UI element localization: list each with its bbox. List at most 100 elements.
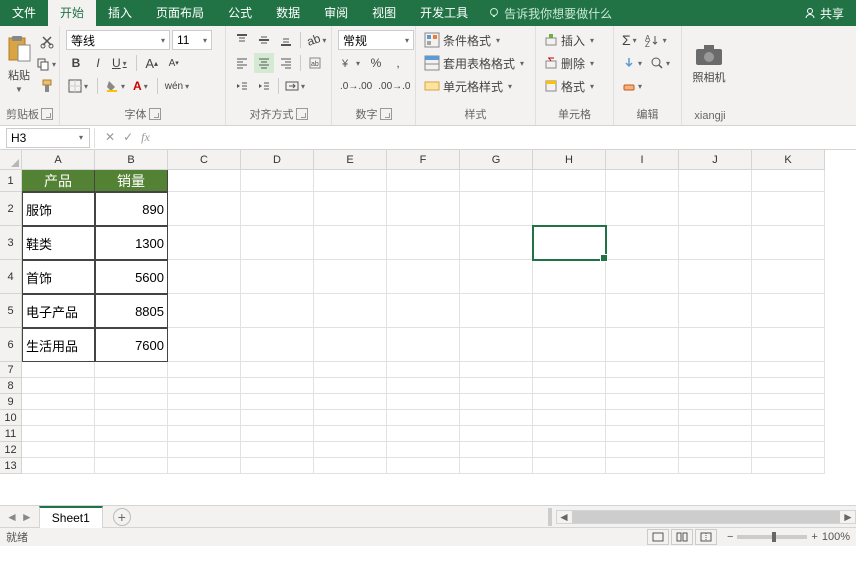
font-name-combo[interactable]: 等线▾ xyxy=(66,30,170,50)
page-layout-view-button[interactable] xyxy=(671,529,693,545)
fill-button[interactable]: ▾ xyxy=(620,53,646,73)
cell[interactable] xyxy=(752,294,825,328)
cell[interactable] xyxy=(606,226,679,260)
cell[interactable] xyxy=(168,192,241,226)
cell[interactable] xyxy=(752,192,825,226)
cell[interactable] xyxy=(387,260,460,294)
cell[interactable] xyxy=(533,328,606,362)
cell[interactable] xyxy=(606,410,679,426)
cell[interactable] xyxy=(241,426,314,442)
cell[interactable] xyxy=(752,442,825,458)
cell[interactable] xyxy=(387,426,460,442)
cell[interactable]: 产品 xyxy=(22,170,95,192)
tab-data[interactable]: 数据 xyxy=(264,0,312,26)
cell[interactable] xyxy=(387,442,460,458)
cell[interactable] xyxy=(387,294,460,328)
cell[interactable] xyxy=(606,260,679,294)
cell[interactable] xyxy=(387,410,460,426)
zoom-in-button[interactable]: + xyxy=(811,531,817,543)
cell[interactable] xyxy=(752,378,825,394)
find-select-button[interactable]: ▾ xyxy=(648,53,674,73)
increase-decimal-button[interactable]: .0→.00 xyxy=(338,76,374,96)
row-header[interactable]: 8 xyxy=(0,378,22,394)
cell[interactable] xyxy=(460,226,533,260)
cell[interactable] xyxy=(606,362,679,378)
cell[interactable] xyxy=(460,328,533,362)
col-header[interactable]: E xyxy=(314,150,387,170)
cell[interactable] xyxy=(241,362,314,378)
row-header[interactable]: 7 xyxy=(0,362,22,378)
horizontal-scrollbar[interactable]: ◄ ► xyxy=(556,510,856,524)
cancel-formula-button[interactable]: ✕ xyxy=(105,130,115,145)
cell[interactable] xyxy=(168,362,241,378)
cell[interactable] xyxy=(241,378,314,394)
italic-button[interactable]: I xyxy=(88,53,108,73)
cell[interactable] xyxy=(679,192,752,226)
tab-split-handle[interactable] xyxy=(548,508,552,526)
cell[interactable] xyxy=(679,442,752,458)
cell[interactable] xyxy=(168,294,241,328)
tab-review[interactable]: 审阅 xyxy=(312,0,360,26)
grow-font-button[interactable]: A▴ xyxy=(142,53,162,73)
cell[interactable] xyxy=(95,378,168,394)
format-as-table-button[interactable]: 套用表格格式▾ xyxy=(422,53,528,73)
cell[interactable]: 8805 xyxy=(95,294,168,328)
paste-button[interactable]: 粘贴 ▼ xyxy=(6,30,32,98)
insert-cells-button[interactable]: 插入▾ xyxy=(542,30,598,50)
cell[interactable] xyxy=(314,362,387,378)
cell[interactable] xyxy=(314,378,387,394)
cell[interactable] xyxy=(533,410,606,426)
number-dialog-launcher[interactable] xyxy=(380,108,392,120)
cell[interactable] xyxy=(168,328,241,362)
cell[interactable] xyxy=(679,394,752,410)
cell[interactable] xyxy=(168,260,241,294)
cell[interactable] xyxy=(22,378,95,394)
underline-button[interactable]: U▾ xyxy=(110,53,131,73)
cell[interactable] xyxy=(679,362,752,378)
align-center-button[interactable] xyxy=(254,53,274,73)
col-header[interactable]: K xyxy=(752,150,825,170)
cell[interactable] xyxy=(387,192,460,226)
font-size-combo[interactable]: 11▾ xyxy=(172,30,212,50)
cell[interactable] xyxy=(22,410,95,426)
align-right-button[interactable] xyxy=(276,53,296,73)
col-header[interactable]: D xyxy=(241,150,314,170)
align-middle-button[interactable] xyxy=(254,30,274,50)
scroll-right-button[interactable]: ► xyxy=(841,510,855,524)
cell[interactable] xyxy=(752,170,825,192)
formula-input[interactable] xyxy=(156,128,856,148)
fill-color-button[interactable]: ▾ xyxy=(103,76,129,96)
cell[interactable] xyxy=(533,394,606,410)
alignment-dialog-launcher[interactable] xyxy=(296,108,308,120)
cell[interactable] xyxy=(460,192,533,226)
cell[interactable] xyxy=(752,328,825,362)
cell[interactable] xyxy=(314,410,387,426)
cell[interactable] xyxy=(533,362,606,378)
merge-button[interactable]: ▾ xyxy=(283,76,309,96)
col-header[interactable]: G xyxy=(460,150,533,170)
font-color-button[interactable]: A▾ xyxy=(131,76,152,96)
row-header[interactable]: 2 xyxy=(0,192,22,226)
camera-button[interactable]: 照相机 xyxy=(688,30,730,98)
row-header[interactable]: 5 xyxy=(0,294,22,328)
cell[interactable] xyxy=(241,458,314,474)
row-header[interactable]: 4 xyxy=(0,260,22,294)
col-header[interactable]: I xyxy=(606,150,679,170)
cell[interactable] xyxy=(679,426,752,442)
cell[interactable] xyxy=(606,394,679,410)
cell[interactable]: 服饰 xyxy=(22,192,95,226)
cell[interactable] xyxy=(241,170,314,192)
cell[interactable] xyxy=(314,328,387,362)
cell[interactable] xyxy=(533,294,606,328)
cell[interactable] xyxy=(460,294,533,328)
zoom-out-button[interactable]: − xyxy=(727,531,733,543)
align-left-button[interactable] xyxy=(232,53,252,73)
cell[interactable] xyxy=(314,442,387,458)
cell[interactable] xyxy=(679,378,752,394)
cell[interactable]: 首饰 xyxy=(22,260,95,294)
cell[interactable] xyxy=(168,410,241,426)
page-break-view-button[interactable] xyxy=(695,529,717,545)
autosum-button[interactable]: Σ▾ xyxy=(620,30,641,50)
cell[interactable] xyxy=(679,260,752,294)
cell[interactable] xyxy=(22,458,95,474)
